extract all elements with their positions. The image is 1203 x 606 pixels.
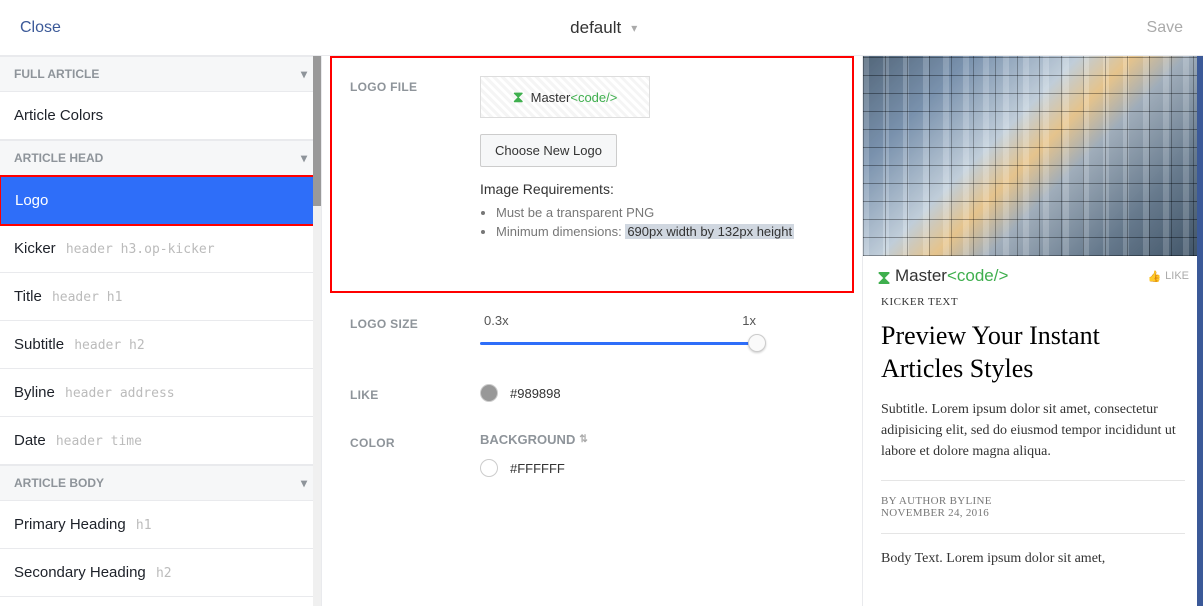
hourglass-icon	[513, 90, 527, 104]
slider-min: 0.3x	[484, 313, 509, 328]
preview-body: Body Text. Lorem ipsum dolor sit amet,	[881, 548, 1185, 569]
section-article-head[interactable]: ARTICLE HEAD ▾	[0, 140, 321, 176]
top-bar: Close default ▾ Save	[0, 0, 1203, 56]
sidebar-item-date[interactable]: Date header time	[0, 417, 321, 465]
divider	[881, 533, 1185, 534]
main-content: FULL ARTICLE ▾ Article Colors ARTICLE HE…	[0, 56, 1203, 606]
sort-icon: ⇅	[579, 434, 587, 445]
divider	[881, 480, 1185, 481]
requirements-title: Image Requirements:	[480, 181, 834, 197]
section-full-article[interactable]: FULL ARTICLE ▾	[0, 56, 321, 92]
preview-headline: Preview Your Instant Articles Styles	[881, 320, 1185, 385]
requirement-item: Must be a transparent PNG	[496, 205, 834, 220]
choose-logo-button[interactable]: Choose New Logo	[480, 134, 617, 167]
like-label: LIKE	[350, 384, 480, 402]
sidebar-item-subtitle[interactable]: Subtitle header h2	[0, 321, 321, 369]
sidebar-item-article-colors[interactable]: Article Colors	[0, 92, 321, 140]
sidebar-item-title[interactable]: Title header h1	[0, 273, 321, 321]
article-preview: Master<code/> 👍 LIKE KICKER TEXT Preview…	[863, 56, 1203, 606]
preview-subtitle: Subtitle. Lorem ipsum dolor sit amet, co…	[881, 399, 1185, 462]
hourglass-icon	[877, 269, 891, 283]
section-article-body[interactable]: ARTICLE BODY ▾	[0, 465, 321, 501]
sidebar-item-body-text[interactable]: Body Text p	[0, 597, 321, 606]
highlighted-region: LOGO FILE Master<code/> Choose New Logo …	[330, 56, 854, 293]
page-scrollbar[interactable]	[1197, 56, 1203, 606]
sidebar-item-logo[interactable]: Logo	[0, 175, 322, 226]
slider-handle[interactable]	[748, 334, 766, 352]
hero-image	[863, 56, 1203, 256]
color-label: COLOR	[350, 432, 480, 477]
close-button[interactable]: Close	[20, 19, 61, 37]
logo-size-label: LOGO SIZE	[350, 313, 480, 354]
sidebar-scrollbar[interactable]	[313, 56, 321, 606]
like-button[interactable]: 👍 LIKE	[1147, 270, 1189, 283]
slider-max: 1x	[742, 313, 756, 328]
sidebar-item-byline[interactable]: Byline header address	[0, 369, 321, 417]
preview-kicker: KICKER TEXT	[881, 296, 1185, 308]
sidebar-item-kicker[interactable]: Kicker header h3.op-kicker	[0, 225, 321, 273]
style-name: default	[570, 18, 621, 38]
like-color-value: #989898	[510, 386, 561, 401]
bg-color-value: #FFFFFF	[510, 461, 565, 476]
sidebar-item-secondary-heading[interactable]: Secondary Heading h2	[0, 549, 321, 597]
chevron-down-icon: ▾	[301, 67, 307, 81]
mastercode-logo: Master<code/>	[513, 90, 618, 105]
background-dropdown[interactable]: BACKGROUND ⇅	[480, 432, 834, 447]
save-button[interactable]: Save	[1147, 19, 1183, 37]
style-name-dropdown[interactable]: default ▾	[570, 18, 637, 38]
logo-file-label: LOGO FILE	[350, 76, 480, 243]
requirement-item: Minimum dimensions: 690px width by 132px…	[496, 224, 834, 239]
logo-preview: Master<code/>	[480, 76, 650, 118]
thumbs-up-icon: 👍	[1147, 270, 1161, 283]
sidebar: FULL ARTICLE ▾ Article Colors ARTICLE HE…	[0, 56, 322, 606]
preview-byline: BY AUTHOR BYLINE	[881, 495, 1185, 507]
settings-panel: LOGO FILE Master<code/> Choose New Logo …	[322, 56, 863, 606]
chevron-down-icon: ▾	[631, 21, 637, 35]
preview-date: NOVEMBER 24, 2016	[881, 507, 1185, 519]
chevron-down-icon: ▾	[301, 476, 307, 490]
chevron-down-icon: ▾	[301, 151, 307, 165]
preview-logo: Master<code/>	[877, 266, 1008, 286]
requirements-list: Must be a transparent PNG Minimum dimens…	[496, 205, 834, 239]
like-color-swatch[interactable]	[480, 384, 498, 402]
bg-color-swatch[interactable]	[480, 459, 498, 477]
logo-size-slider[interactable]	[480, 334, 760, 354]
sidebar-item-primary-heading[interactable]: Primary Heading h1	[0, 501, 321, 549]
